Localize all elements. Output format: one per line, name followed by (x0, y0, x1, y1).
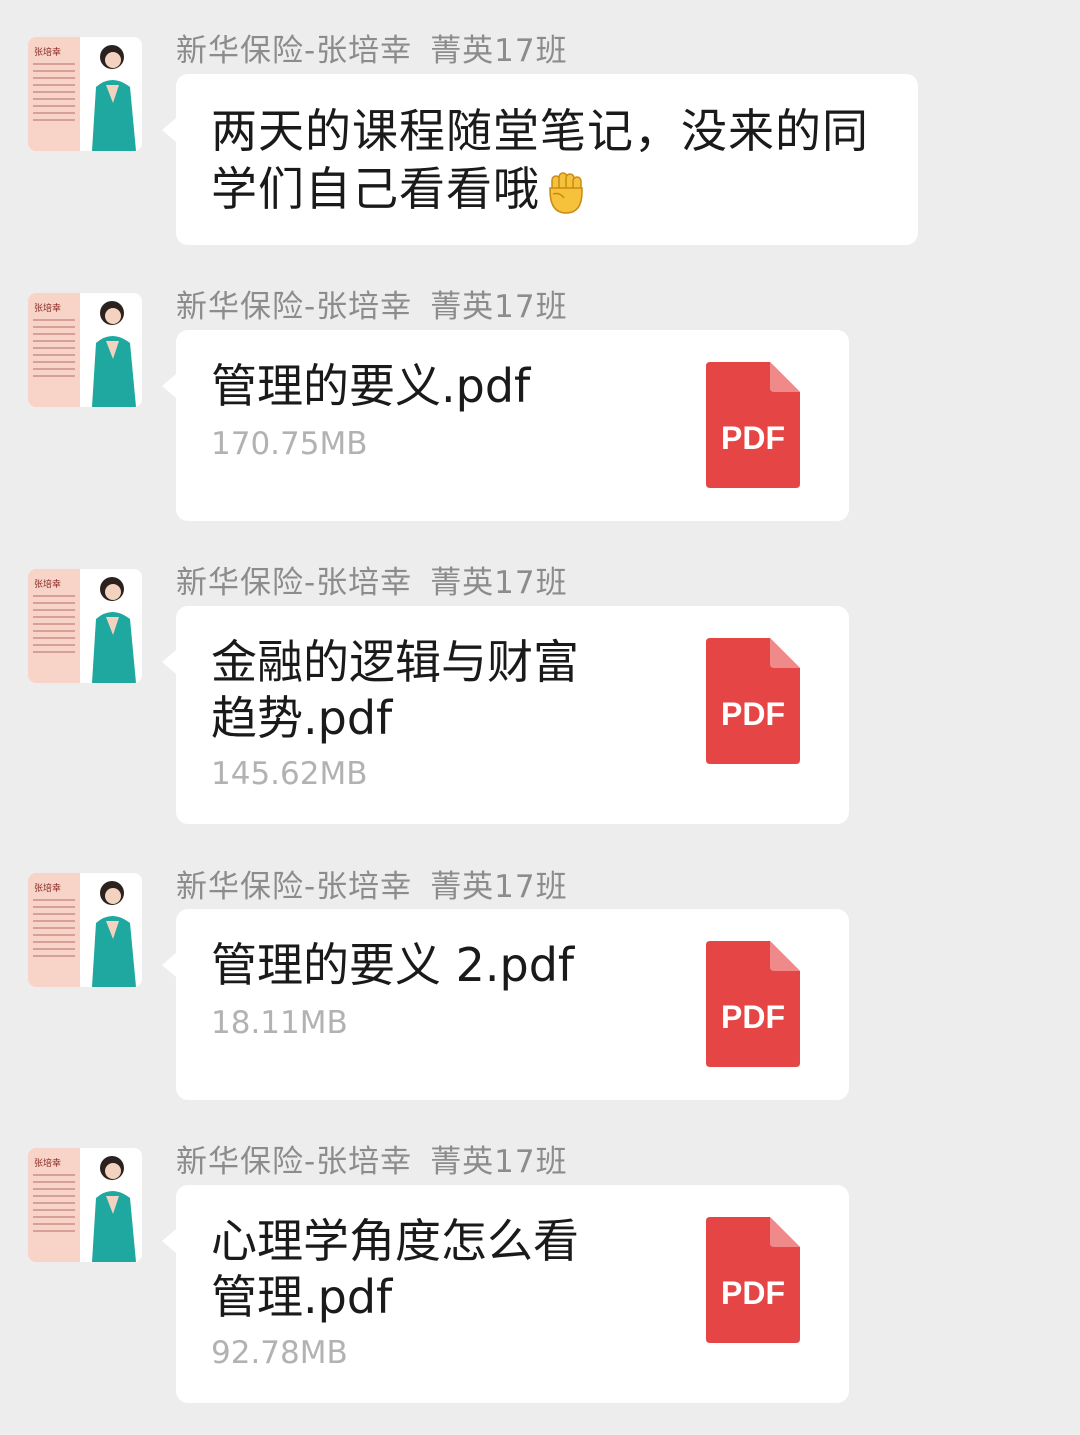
message-text: 两天的课程随堂笔记，没来的同 学们自己看看哦 (211, 102, 869, 218)
pdf-icon-label: PDF (721, 696, 785, 732)
pdf-file-icon: PDF (706, 362, 800, 488)
sender-group: 菁英17班 (430, 1144, 568, 1180)
message-text-line-1: 两天的课程随堂笔记，没来的同 (211, 104, 869, 158)
pdf-icon-label: PDF (721, 1275, 785, 1311)
sender-line: 新华保险-张培幸 菁英17班 (176, 557, 568, 602)
avatar[interactable]: 张培幸 (28, 1148, 142, 1262)
sender-name: 新华保险-张培幸 (176, 869, 413, 905)
file-message-bubble[interactable]: 管理的要义 2.pdf 18.11MB PDF (162, 909, 849, 1100)
file-name: 金融的逻辑与财富趋势.pdf (211, 635, 579, 745)
pdf-icon-label: PDF (721, 999, 785, 1035)
sender-name: 新华保险-张培幸 (176, 289, 413, 325)
avatar-card: 张培幸 (28, 37, 80, 151)
avatar[interactable]: 张培幸 (28, 873, 142, 987)
sender-group: 菁英17班 (430, 289, 568, 325)
pdf-file-icon: PDF (706, 638, 800, 764)
avatar-card-name: 张培幸 (34, 1159, 62, 1169)
sender-line: 新华保险-张培幸 菁英17班 (176, 1136, 568, 1181)
avatar-card: 张培幸 (28, 293, 80, 407)
avatar[interactable]: 张培幸 (28, 37, 142, 151)
message-text-line-2: 学们自己看看哦 (211, 160, 869, 218)
sender-name: 新华保险-张培幸 (176, 33, 413, 69)
pdf-icon-label: PDF (721, 420, 785, 456)
sender-group: 菁英17班 (430, 565, 568, 601)
text-message-bubble[interactable]: 两天的课程随堂笔记，没来的同 学们自己看看哦 (162, 74, 918, 245)
sender-line: 新华保险-张培幸 菁英17班 (176, 281, 568, 326)
avatar[interactable]: 张培幸 (28, 569, 142, 683)
file-name: 管理的要义 2.pdf (211, 938, 575, 992)
file-message-bubble[interactable]: 金融的逻辑与财富趋势.pdf 145.62MB PDF (162, 606, 849, 824)
file-message-bubble[interactable]: 管理的要义.pdf 170.75MB PDF (162, 330, 849, 521)
avatar-person-image (92, 45, 136, 151)
file-message-bubble[interactable]: 心理学角度怎么看管理.pdf 92.78MB PDF (162, 1185, 849, 1403)
file-size: 92.78MB (211, 1335, 348, 1371)
avatar-card-name: 张培幸 (34, 304, 62, 314)
avatar-person-image (92, 1156, 136, 1262)
avatar[interactable]: 张培幸 (28, 293, 142, 407)
message-text-line-2-text: 学们自己看看哦 (211, 162, 540, 216)
sender-group: 菁英17班 (430, 869, 568, 905)
avatar-person-image (92, 881, 136, 987)
avatar-person-image (92, 301, 136, 407)
avatar-card-name: 张培幸 (34, 580, 62, 590)
sender-line: 新华保险-张培幸 菁英17班 (176, 861, 568, 906)
avatar-card: 张培幸 (28, 1148, 80, 1262)
sender-group: 菁英17班 (430, 33, 568, 69)
avatar-person-image (92, 577, 136, 683)
sender-name: 新华保险-张培幸 (176, 1144, 413, 1180)
pdf-file-icon: PDF (706, 941, 800, 1067)
avatar-card: 张培幸 (28, 873, 80, 987)
avatar-card-name: 张培幸 (34, 48, 62, 58)
file-name: 心理学角度怎么看管理.pdf (211, 1214, 579, 1324)
avatar-card: 张培幸 (28, 569, 80, 683)
file-size: 18.11MB (211, 1005, 348, 1041)
avatar-card-name: 张培幸 (34, 884, 62, 894)
file-name: 管理的要义.pdf (211, 359, 531, 413)
raised-fist-emoji-icon (549, 171, 583, 214)
sender-name: 新华保险-张培幸 (176, 565, 413, 601)
file-size: 145.62MB (211, 756, 368, 792)
pdf-file-icon: PDF (706, 1217, 800, 1343)
sender-line: 新华保险-张培幸 菁英17班 (176, 25, 568, 70)
file-size: 170.75MB (211, 426, 368, 462)
